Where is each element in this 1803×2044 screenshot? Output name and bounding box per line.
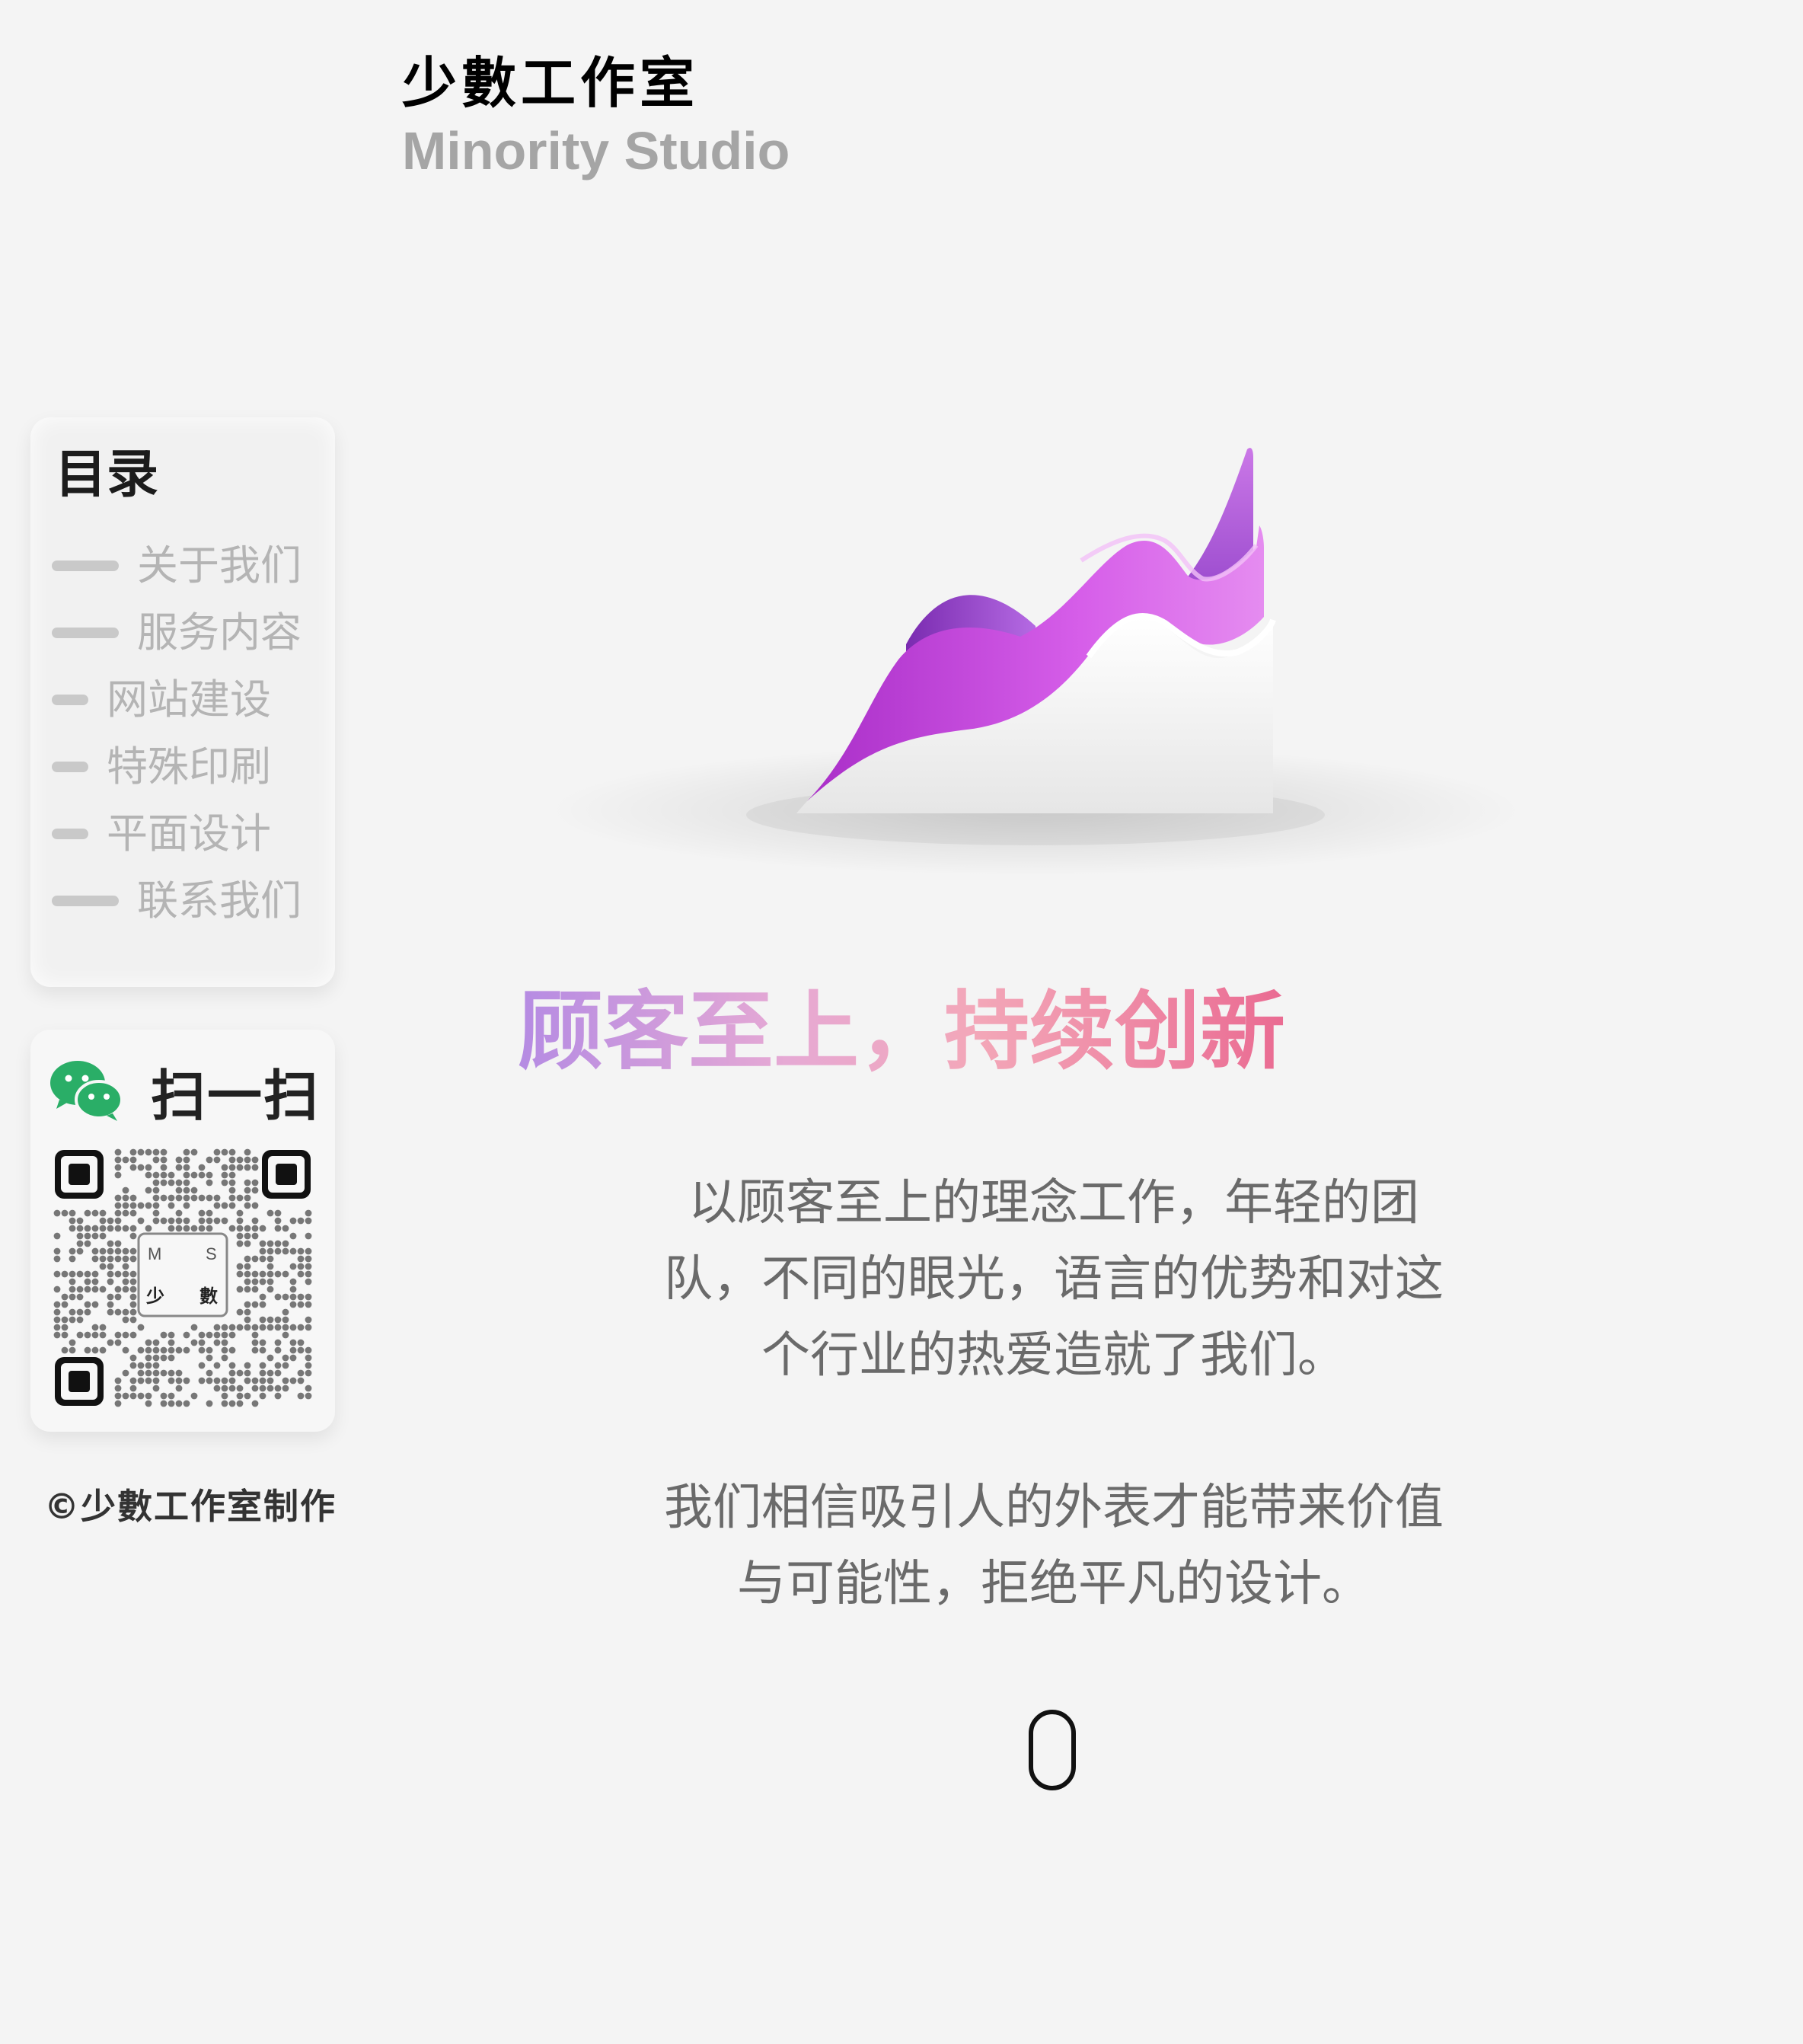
toc-item-label: 关于我们 <box>137 541 302 589</box>
table-of-contents: 目录 关于我们 服务内容 网站建设 特殊印刷 平面设计 联系我们 <box>30 417 335 987</box>
toc-dash <box>52 561 119 571</box>
toc-item-about[interactable]: 关于我们 <box>52 535 302 596</box>
mouse-scroll-icon[interactable] <box>1028 1709 1077 1791</box>
brand-name-en: Minority Studio <box>402 121 790 180</box>
page: 少數工作室 Minority Studio 目录 关于我们 服务内容 网站建设 … <box>0 0 1803 2044</box>
paragraph-line: 我们相信吸引人的外表才能带来价值 <box>664 1480 1444 1536</box>
hero-headline-text: 顾客至上，持续创新 <box>518 982 1285 1081</box>
toc-item-label: 服务内容 <box>137 608 302 656</box>
toc-item-graphic[interactable]: 平面设计 <box>52 803 271 864</box>
hero-paragraph-2: 我们相信吸引人的外表才能带来价值 与可能性，拒绝平凡的设计。 <box>0 1470 1803 1622</box>
area-chart-illustration <box>548 448 1523 876</box>
hero-paragraph-1: 以顾客至上的理念工作，年轻的团 队，不同的眼光，语言的优势和对这 个行业的热爱造… <box>0 1165 1803 1394</box>
toc-dash <box>52 762 88 772</box>
toc-item-label: 平面设计 <box>107 810 271 858</box>
paragraph-line: 以顾客至上的理念工作，年轻的团 <box>688 1175 1419 1231</box>
brand-logo[interactable]: 少數工作室 Minority Studio <box>402 49 790 183</box>
toc-item-contact[interactable]: 联系我们 <box>52 870 302 931</box>
paragraph-line: 与可能性，拒绝平凡的设计。 <box>737 1556 1371 1612</box>
toc-dash <box>52 695 88 705</box>
hero-headline: 顾客至上，持续创新 <box>0 982 1803 1081</box>
paragraph-line: 队，不同的眼光，语言的优势和对这 <box>664 1251 1444 1308</box>
toc-item-label: 特殊印刷 <box>107 743 271 790</box>
brand-name-cn: 少數工作室 <box>402 51 700 115</box>
toc-dash <box>52 628 119 638</box>
toc-item-web[interactable]: 网站建设 <box>52 669 271 730</box>
toc-item-label: 联系我们 <box>137 877 302 925</box>
paragraph-line: 个行业的热爱造就了我们。 <box>761 1327 1346 1384</box>
toc-dash <box>52 896 119 906</box>
toc-item-printing[interactable]: 特殊印刷 <box>52 736 271 797</box>
toc-item-services[interactable]: 服务内容 <box>52 602 302 663</box>
toc-title: 目录 <box>55 445 159 505</box>
toc-item-label: 网站建设 <box>107 675 271 723</box>
toc-dash <box>52 829 88 839</box>
